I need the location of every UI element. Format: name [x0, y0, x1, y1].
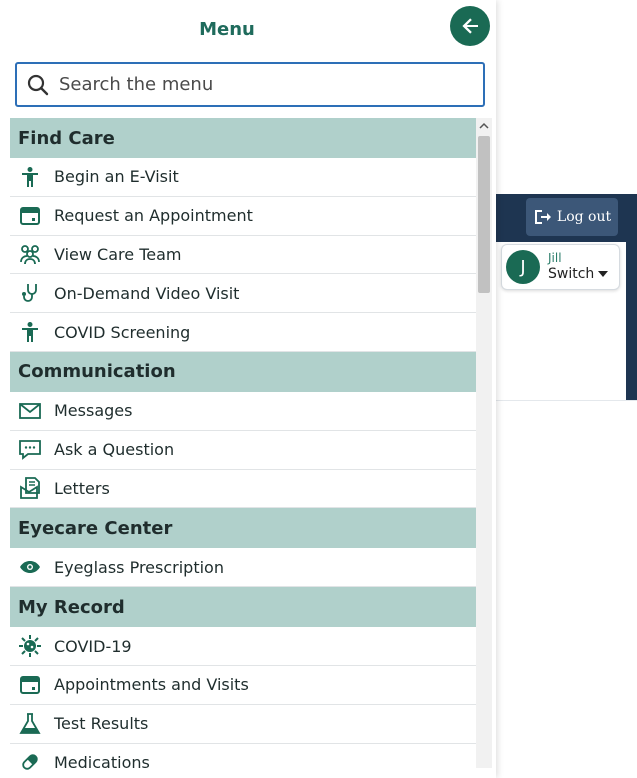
user-name: Jill	[548, 251, 562, 266]
app-side-strip	[626, 242, 637, 400]
menu-panel: Menu Find Care Begin an E-Visit Request …	[0, 0, 496, 778]
menu-item-messages[interactable]: Messages	[10, 392, 476, 431]
person-icon	[18, 320, 42, 344]
back-button[interactable]	[450, 6, 490, 46]
scroll-up-arrow-icon[interactable]	[476, 118, 492, 134]
menu-item-ask-question[interactable]: Ask a Question	[10, 431, 476, 470]
arrow-left-icon	[462, 18, 478, 34]
user-switcher[interactable]: J Jill Switch	[501, 244, 620, 290]
flask-icon	[18, 712, 42, 736]
menu-item-letters[interactable]: Letters	[10, 470, 476, 509]
calendar-icon	[18, 204, 42, 228]
menu-list: Find Care Begin an E-Visit Request an Ap…	[10, 118, 476, 778]
caret-down-icon	[598, 270, 609, 277]
menu-item-covid-screening[interactable]: COVID Screening	[10, 313, 476, 352]
section-my-record: My Record	[10, 587, 476, 628]
logout-label: Log out	[556, 209, 612, 225]
eye-icon	[18, 555, 42, 579]
search-icon	[27, 74, 49, 95]
switch-user[interactable]: Switch	[548, 266, 609, 282]
menu-item-medications[interactable]: Medications	[10, 744, 476, 778]
section-communication: Communication	[10, 351, 476, 392]
menu-title: Menu	[199, 19, 255, 40]
stethoscope-icon	[18, 281, 42, 305]
scroll-thumb[interactable]	[478, 136, 490, 293]
calendar-icon	[18, 673, 42, 697]
section-find-care: Find Care	[10, 118, 476, 158]
menu-item-appointments-visits[interactable]: Appointments and Visits	[10, 666, 476, 705]
search-input[interactable]	[57, 73, 483, 96]
menu-scrollbar[interactable]	[476, 118, 492, 768]
pill-icon	[18, 750, 42, 774]
logout-button[interactable]: Log out	[526, 198, 618, 236]
avatar: J	[506, 250, 540, 284]
person-icon	[18, 165, 42, 189]
menu-item-view-care-team[interactable]: View Care Team	[10, 236, 476, 275]
menu-item-covid-19[interactable]: COVID-19	[10, 627, 476, 666]
menu-item-eyeglass-prescription[interactable]: Eyeglass Prescription	[10, 548, 476, 588]
menu-item-request-appointment[interactable]: Request an Appointment	[10, 197, 476, 236]
section-eyecare-center: Eyecare Center	[10, 508, 476, 549]
envelope-icon	[18, 399, 42, 423]
logout-icon	[534, 210, 551, 224]
chat-icon	[18, 438, 42, 462]
virus-icon	[18, 634, 42, 658]
care-team-icon	[18, 242, 42, 266]
letters-icon	[18, 476, 42, 500]
menu-item-on-demand-video[interactable]: On-Demand Video Visit	[10, 274, 476, 314]
menu-item-test-results[interactable]: Test Results	[10, 705, 476, 744]
menu-item-begin-evisit[interactable]: Begin an E-Visit	[10, 158, 476, 197]
menu-search[interactable]	[15, 62, 485, 107]
